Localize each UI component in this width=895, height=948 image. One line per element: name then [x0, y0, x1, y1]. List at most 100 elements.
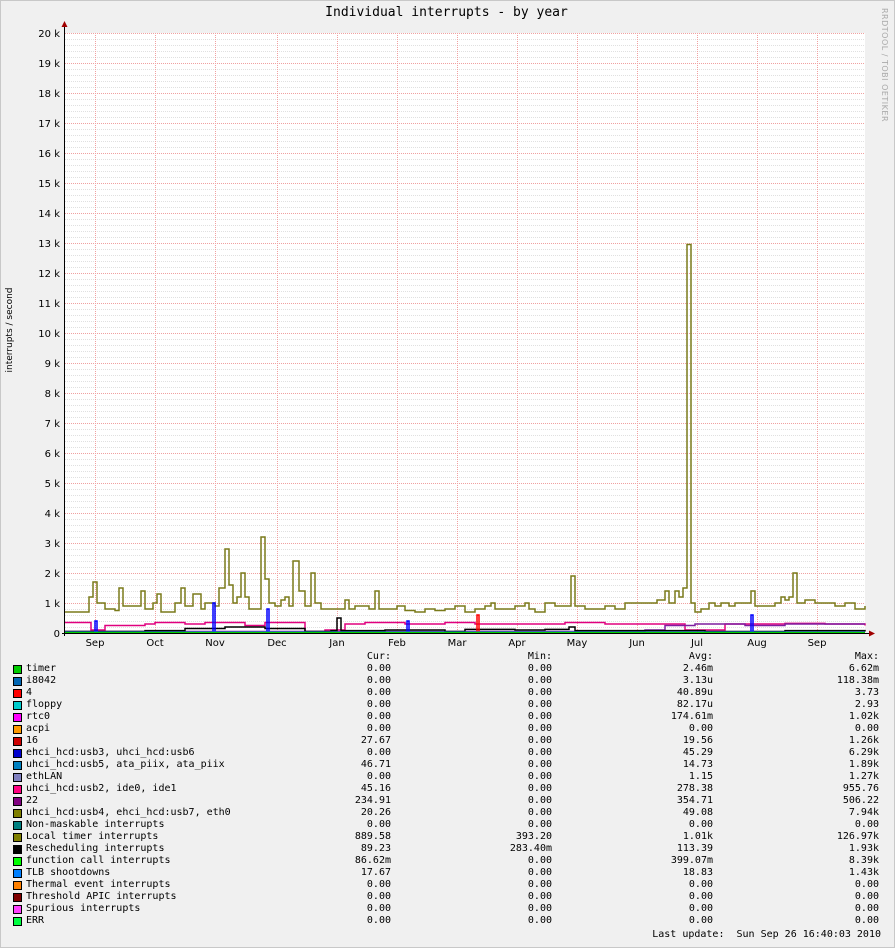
legend-row: Rescheduling interrupts 89.23 283.40m 113.3…	[0, 843, 893, 855]
legend-max: 126.97k	[836, 831, 879, 842]
y-tick-label: 16 k	[38, 149, 60, 160]
y-tick-label: 19 k	[38, 59, 60, 70]
header-min: Min:	[527, 651, 552, 662]
y-tick-label: 2 k	[45, 569, 61, 580]
y-tick-label: 18 k	[38, 89, 60, 100]
legend-max: 1.93k	[848, 843, 879, 854]
legend-max: 0.00	[854, 819, 879, 830]
legend-name: TLB shootdowns	[26, 867, 111, 878]
legend-min: 0.00	[527, 699, 552, 710]
y-tick-label: 20 k	[38, 29, 60, 40]
legend-avg: 354.71	[676, 795, 713, 806]
legend-avg: 82.17u	[676, 699, 713, 710]
legend-cur: 0.00	[366, 723, 391, 734]
legend-min: 0.00	[527, 867, 552, 878]
legend-min: 0.00	[527, 855, 552, 866]
legend-row: Non-maskable interrupts 0.00 0.00 0.00 0.00	[0, 819, 893, 831]
legend-row: uhci_hcd:usb2, ide0, ide1 45.16 0.00 278.38…	[0, 783, 893, 795]
legend-cur: 27.67	[360, 735, 391, 746]
legend-max: 1.43k	[848, 867, 879, 878]
legend-min: 0.00	[527, 711, 552, 722]
x-tick-label: Aug	[747, 638, 767, 649]
legend-row: rtc0 0.00 0.00 174.61m 1.02k	[0, 711, 893, 723]
legend-name: 16	[26, 735, 39, 746]
y-tick-label: 15 k	[38, 179, 60, 190]
legend-swatch	[13, 809, 22, 818]
legend-cur: 0.00	[366, 915, 391, 926]
legend-header: Cur: Min: Avg: Max:	[0, 651, 893, 663]
legend-swatch	[13, 881, 22, 890]
x-tick-label: Mar	[448, 638, 468, 649]
legend-rows: timer 0.00 0.00 2.46m 6.62m i8042 0.00 0.00 3.13…	[0, 663, 893, 927]
legend-swatch	[13, 857, 22, 866]
y-tick-label: 1 k	[45, 599, 61, 610]
legend-swatch	[13, 713, 22, 722]
legend-cur: 17.67	[360, 867, 391, 878]
legend-name: floppy	[26, 699, 63, 710]
legend-row: TLB shootdowns 17.67 0.00 18.83 1.43k	[0, 867, 893, 879]
legend-row: acpi 0.00 0.00 0.00 0.00	[0, 723, 893, 735]
x-tick-label: Oct	[146, 638, 163, 649]
legend-cur: 0.00	[366, 699, 391, 710]
legend-avg: 0.00	[688, 819, 713, 830]
legend-row: uhci_hcd:usb4, ehci_hcd:usb7, eth0 20.26 0…	[0, 807, 893, 819]
legend-name: uhci_hcd:usb4, ehci_hcd:usb7, eth0	[26, 807, 231, 818]
legend-row: 16 27.67 0.00 19.56 1.26k	[0, 735, 893, 747]
legend-avg: 2.46m	[682, 663, 713, 674]
legend-max: 7.94k	[848, 807, 879, 818]
legend-row: Local timer interrupts 889.58 393.20 1.01k 1…	[0, 831, 893, 843]
legend-max: 6.29k	[848, 747, 879, 758]
legend-swatch	[13, 689, 22, 698]
legend-name: Threshold APIC interrupts	[26, 891, 177, 902]
legend-min: 0.00	[527, 723, 552, 734]
legend-max: 2.93	[854, 699, 879, 710]
legend-avg: 40.89u	[676, 687, 713, 698]
legend-swatch	[13, 893, 22, 902]
legend-min: 0.00	[527, 675, 552, 686]
legend-row: function call interrupts 86.62m 0.00 399.07…	[0, 855, 893, 867]
legend-name: ERR	[26, 915, 45, 926]
legend-min: 0.00	[527, 807, 552, 818]
legend-name: rtc0	[26, 711, 51, 722]
legend-avg: 113.39	[676, 843, 713, 854]
legend: Cur: Min: Avg: Max: timer 0.00 0.00 2.46m 6.…	[0, 651, 893, 927]
x-axis-arrow	[869, 630, 875, 637]
legend-avg: 14.73	[682, 759, 713, 770]
legend-min: 0.00	[527, 747, 552, 758]
legend-min: 0.00	[527, 891, 552, 902]
legend-cur: 0.00	[366, 771, 391, 782]
legend-min: 0.00	[527, 879, 552, 890]
legend-row: 4 0.00 0.00 40.89u 3.73	[0, 687, 893, 699]
y-axis-arrow	[61, 21, 68, 27]
x-tick-label: Jan	[328, 638, 344, 649]
x-ticks: Sep Oct Nov Dec Jan Feb Mar Apr May Jun Jul Aug Sep	[86, 638, 827, 649]
legend-max: 506.22	[842, 795, 879, 806]
legend-swatch	[13, 725, 22, 734]
x-tick-label: Nov	[205, 638, 225, 649]
legend-name: function call interrupts	[26, 855, 171, 866]
legend-cur: 0.00	[366, 687, 391, 698]
y-tick-label: 6 k	[45, 449, 61, 460]
y-tick-label: 13 k	[38, 239, 60, 250]
legend-swatch	[13, 821, 22, 830]
legend-min: 0.00	[527, 819, 552, 830]
legend-name: timer	[26, 663, 57, 674]
legend-row: uhci_hcd:usb5, ata_piix, ata_piix 46.71 0.…	[0, 759, 893, 771]
y-tick-label: 8 k	[45, 389, 61, 400]
legend-name: uhci_hcd:usb2, ide0, ide1	[26, 783, 177, 794]
legend-name: i8042	[26, 675, 57, 686]
legend-swatch	[13, 869, 22, 878]
legend-max: 0.00	[854, 903, 879, 914]
legend-min: 0.00	[527, 795, 552, 806]
legend-cur: 86.62m	[354, 855, 391, 866]
legend-min: 0.00	[527, 903, 552, 914]
chart-plot: 0 1 k 2 k 3 k 4 k 5 k 6 k 7 k 8 k 9 k 10 k 11 k 12 k…	[38, 21, 875, 649]
legend-max: 0.00	[854, 915, 879, 926]
legend-cur: 0.00	[366, 879, 391, 890]
legend-max: 3.73	[854, 687, 879, 698]
header-max: Max:	[854, 651, 879, 662]
legend-avg: 45.29	[682, 747, 713, 758]
legend-row: ethLAN 0.00 0.00 1.15 1.27k	[0, 771, 893, 783]
legend-name: Spurious interrupts	[26, 903, 141, 914]
grid	[65, 33, 865, 633]
